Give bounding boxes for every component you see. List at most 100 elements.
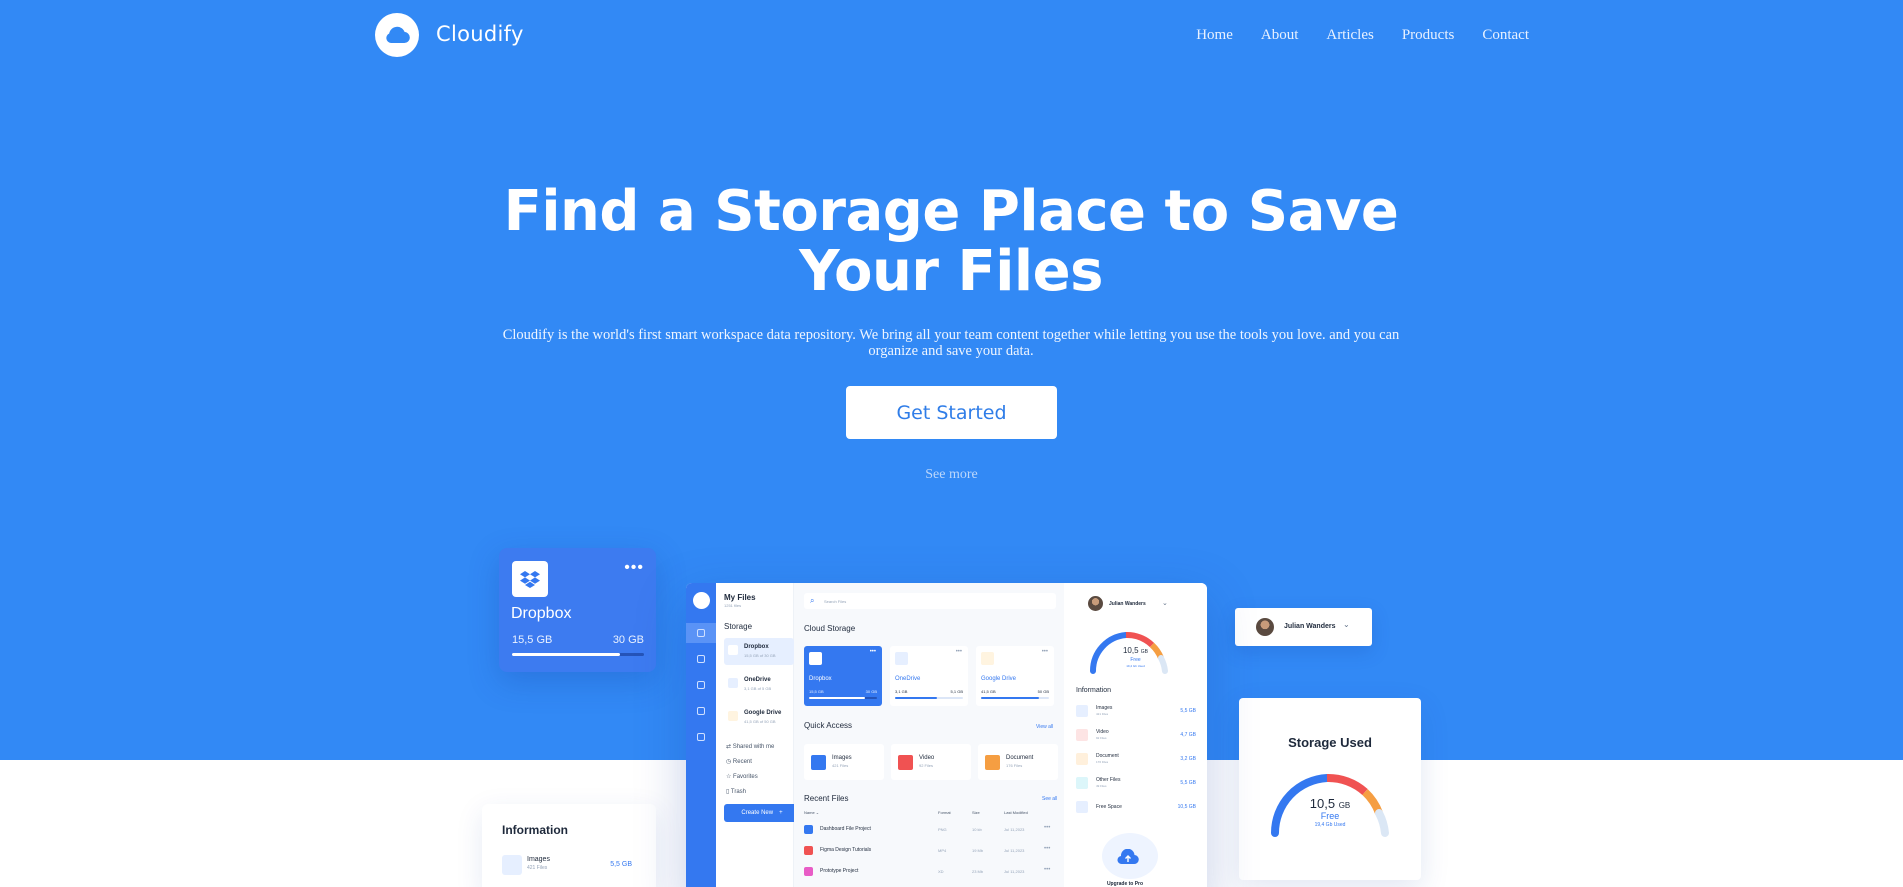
sidebar-link-favorites[interactable]: ☆ Favorites (726, 773, 758, 780)
file-name: Dashboard File Project (820, 826, 871, 832)
sidebar-link-recent[interactable]: ◷ Recent (726, 758, 752, 765)
sidebar-item-google-drive[interactable]: Google Drive 41,5 GB of 50 GB (724, 704, 794, 731)
file-size: 10 kb (972, 827, 982, 832)
table-row[interactable]: Prototype Project XD 23 Mb Jul 11,2023 •… (804, 866, 1056, 878)
file-date: Jul 11,2023 (1004, 869, 1025, 874)
col-name[interactable]: Name ⌄ (804, 810, 819, 815)
see-all-link[interactable]: See all (1042, 796, 1057, 802)
user-icon[interactable] (697, 681, 705, 689)
cloud-card-used: 41,5 GB (981, 689, 996, 694)
sidebar-item-label: Dropbox (744, 644, 769, 650)
cloud-card-total: 50 GB (1037, 689, 1049, 694)
cloud-card-progress (895, 697, 963, 699)
info-sub: 49 Files (1096, 784, 1107, 788)
user-name: Julian Wanders (1109, 601, 1146, 607)
google-drive-icon (981, 652, 994, 665)
info-size: 5,5 GB (1180, 780, 1196, 786)
cloud-card-used: 15,5 GB (809, 689, 824, 694)
info-sub: 421 Files (1096, 712, 1109, 716)
search-input[interactable]: ⌕ Search Files (804, 593, 1056, 609)
sidebar-link-shared[interactable]: ⇄ Shared with me (726, 743, 774, 750)
upgrade-link[interactable]: Upgrade to Pro (1064, 881, 1186, 887)
more-dots-icon[interactable]: ••• (1044, 825, 1050, 831)
sidebar-item-dropbox[interactable]: Dropbox 15,5 GB of 30 GB (724, 638, 794, 665)
quick-access-sub: 421 Files (832, 763, 849, 768)
view-all-link[interactable]: View all (1036, 724, 1053, 730)
info-size: 5,5 GB (1180, 708, 1196, 714)
image-icon (502, 855, 522, 875)
info-row-other-files[interactable]: Other Files 49 Files 5,5 GB (1076, 776, 1196, 792)
sidebar-item-sub: 41,5 GB of 50 GB (744, 719, 776, 724)
quick-access-images[interactable]: Images 421 Files (804, 744, 884, 780)
cloud-card-total: 5,1 GB (950, 689, 963, 694)
more-dots-icon[interactable]: ••• (1042, 649, 1048, 655)
col-last-modified: Last Modified (1004, 810, 1028, 815)
image-icon (811, 755, 826, 770)
file-icon[interactable] (697, 629, 705, 637)
cloud-card-total: 30 GB (865, 689, 877, 694)
sidebar-item-onedrive[interactable]: OneDrive 3,1 GB of 5 GB (724, 671, 794, 698)
sidebar-item-label: OneDrive (744, 677, 771, 683)
quick-access-label: Document (1006, 755, 1034, 761)
see-more-link[interactable]: See more (0, 467, 1903, 483)
bell-icon[interactable] (697, 707, 705, 715)
info-row-size: 5,5 GB (610, 861, 632, 868)
info-row-sub: 421 Files (527, 865, 548, 871)
info-row-free-space[interactable]: Free Space 10,5 GB (1076, 800, 1196, 816)
user-name: Julian Wanders (1284, 623, 1336, 630)
my-files-title: My Files (724, 593, 756, 602)
nav-products[interactable]: Products (1402, 27, 1455, 44)
nav-contact[interactable]: Contact (1482, 27, 1529, 44)
sidebar-item-sub: 3,1 GB of 5 GB (744, 686, 772, 691)
more-dots-icon[interactable]: ••• (1044, 867, 1050, 873)
brand-name[interactable]: Cloudify (436, 22, 524, 46)
info-sub: 176 Files (1096, 760, 1109, 764)
cloud-icon (386, 26, 410, 44)
col-format: Format (938, 810, 951, 815)
user-menu[interactable]: Julian Wanders ⌄ (1076, 596, 1206, 612)
cloud-card-google-drive[interactable]: ••• Google Drive 41,5 GB 50 GB (976, 646, 1054, 706)
nav-articles[interactable]: Articles (1326, 27, 1373, 44)
table-row[interactable]: Figma Design Tutorials MP4 19 Mb Jul 11,… (804, 845, 1056, 857)
quick-access-video[interactable]: Video 92 Files (891, 744, 971, 780)
cloud-card-dropbox[interactable]: ••• Dropbox 15,5 GB 30 GB (804, 646, 882, 706)
user-card[interactable]: Julian Wanders ⌄ (1235, 608, 1372, 646)
nav-about[interactable]: About (1261, 27, 1299, 44)
cloud-card-progress-fill (981, 697, 1039, 699)
quick-access-document[interactable]: Document 176 Files (978, 744, 1058, 780)
file-icon (804, 825, 813, 834)
cloud-card-progress-fill (895, 697, 938, 699)
nav-home[interactable]: Home (1196, 27, 1233, 44)
more-dots-icon[interactable]: ••• (956, 649, 962, 655)
info-row-video[interactable]: Video 92 Files 4,7 GB (1076, 728, 1196, 744)
table-row[interactable]: Dashboard File Project PNG 10 kb Jul 11,… (804, 824, 1056, 836)
info-row-images[interactable]: Images 421 Files 5,5 GB (1076, 704, 1196, 720)
more-dots-icon[interactable]: ••• (624, 559, 644, 577)
cloud-card-name: Google Drive (981, 676, 1017, 682)
chat-icon[interactable] (697, 655, 705, 663)
more-dots-icon[interactable]: ••• (1044, 846, 1050, 852)
storage-used-label: 19,4 Gb Used (1314, 822, 1346, 828)
create-new-button[interactable]: Create New + (724, 804, 800, 822)
hero-title: Find a Storage Place to Save Your Files (503, 179, 1399, 304)
sidebar-link-trash[interactable]: ▯ Trash (726, 788, 746, 795)
onedrive-icon (895, 652, 908, 665)
cloud-card-name: OneDrive (895, 676, 921, 682)
recent-files-heading: Recent Files (804, 794, 849, 803)
file-name: Figma Design Tutorials (820, 847, 872, 853)
logo[interactable] (375, 13, 419, 57)
dropbox-card[interactable]: ••• Dropbox 15,5 GB 30 GB (499, 548, 656, 672)
gauge-value: 10,5 GB (1122, 646, 1149, 655)
document-icon (985, 755, 1000, 770)
more-dots-icon[interactable]: ••• (870, 649, 876, 655)
settings-icon[interactable] (697, 733, 705, 741)
get-started-button[interactable]: Get Started (846, 386, 1057, 439)
upgrade-illustration (1102, 833, 1158, 879)
storage-value: 10,5 GB (1309, 796, 1351, 811)
dashboard-sidebar: My Files 1251 files Storage Dropbox 15,5… (716, 583, 800, 887)
cloud-card-onedrive[interactable]: ••• OneDrive 3,1 GB 5,1 GB (890, 646, 968, 706)
info-row-document[interactable]: Document 176 Files 3,2 GB (1076, 752, 1196, 768)
info-label: Images (1096, 705, 1113, 711)
video-icon (1076, 729, 1088, 741)
dropbox-progress-fill (512, 653, 621, 656)
